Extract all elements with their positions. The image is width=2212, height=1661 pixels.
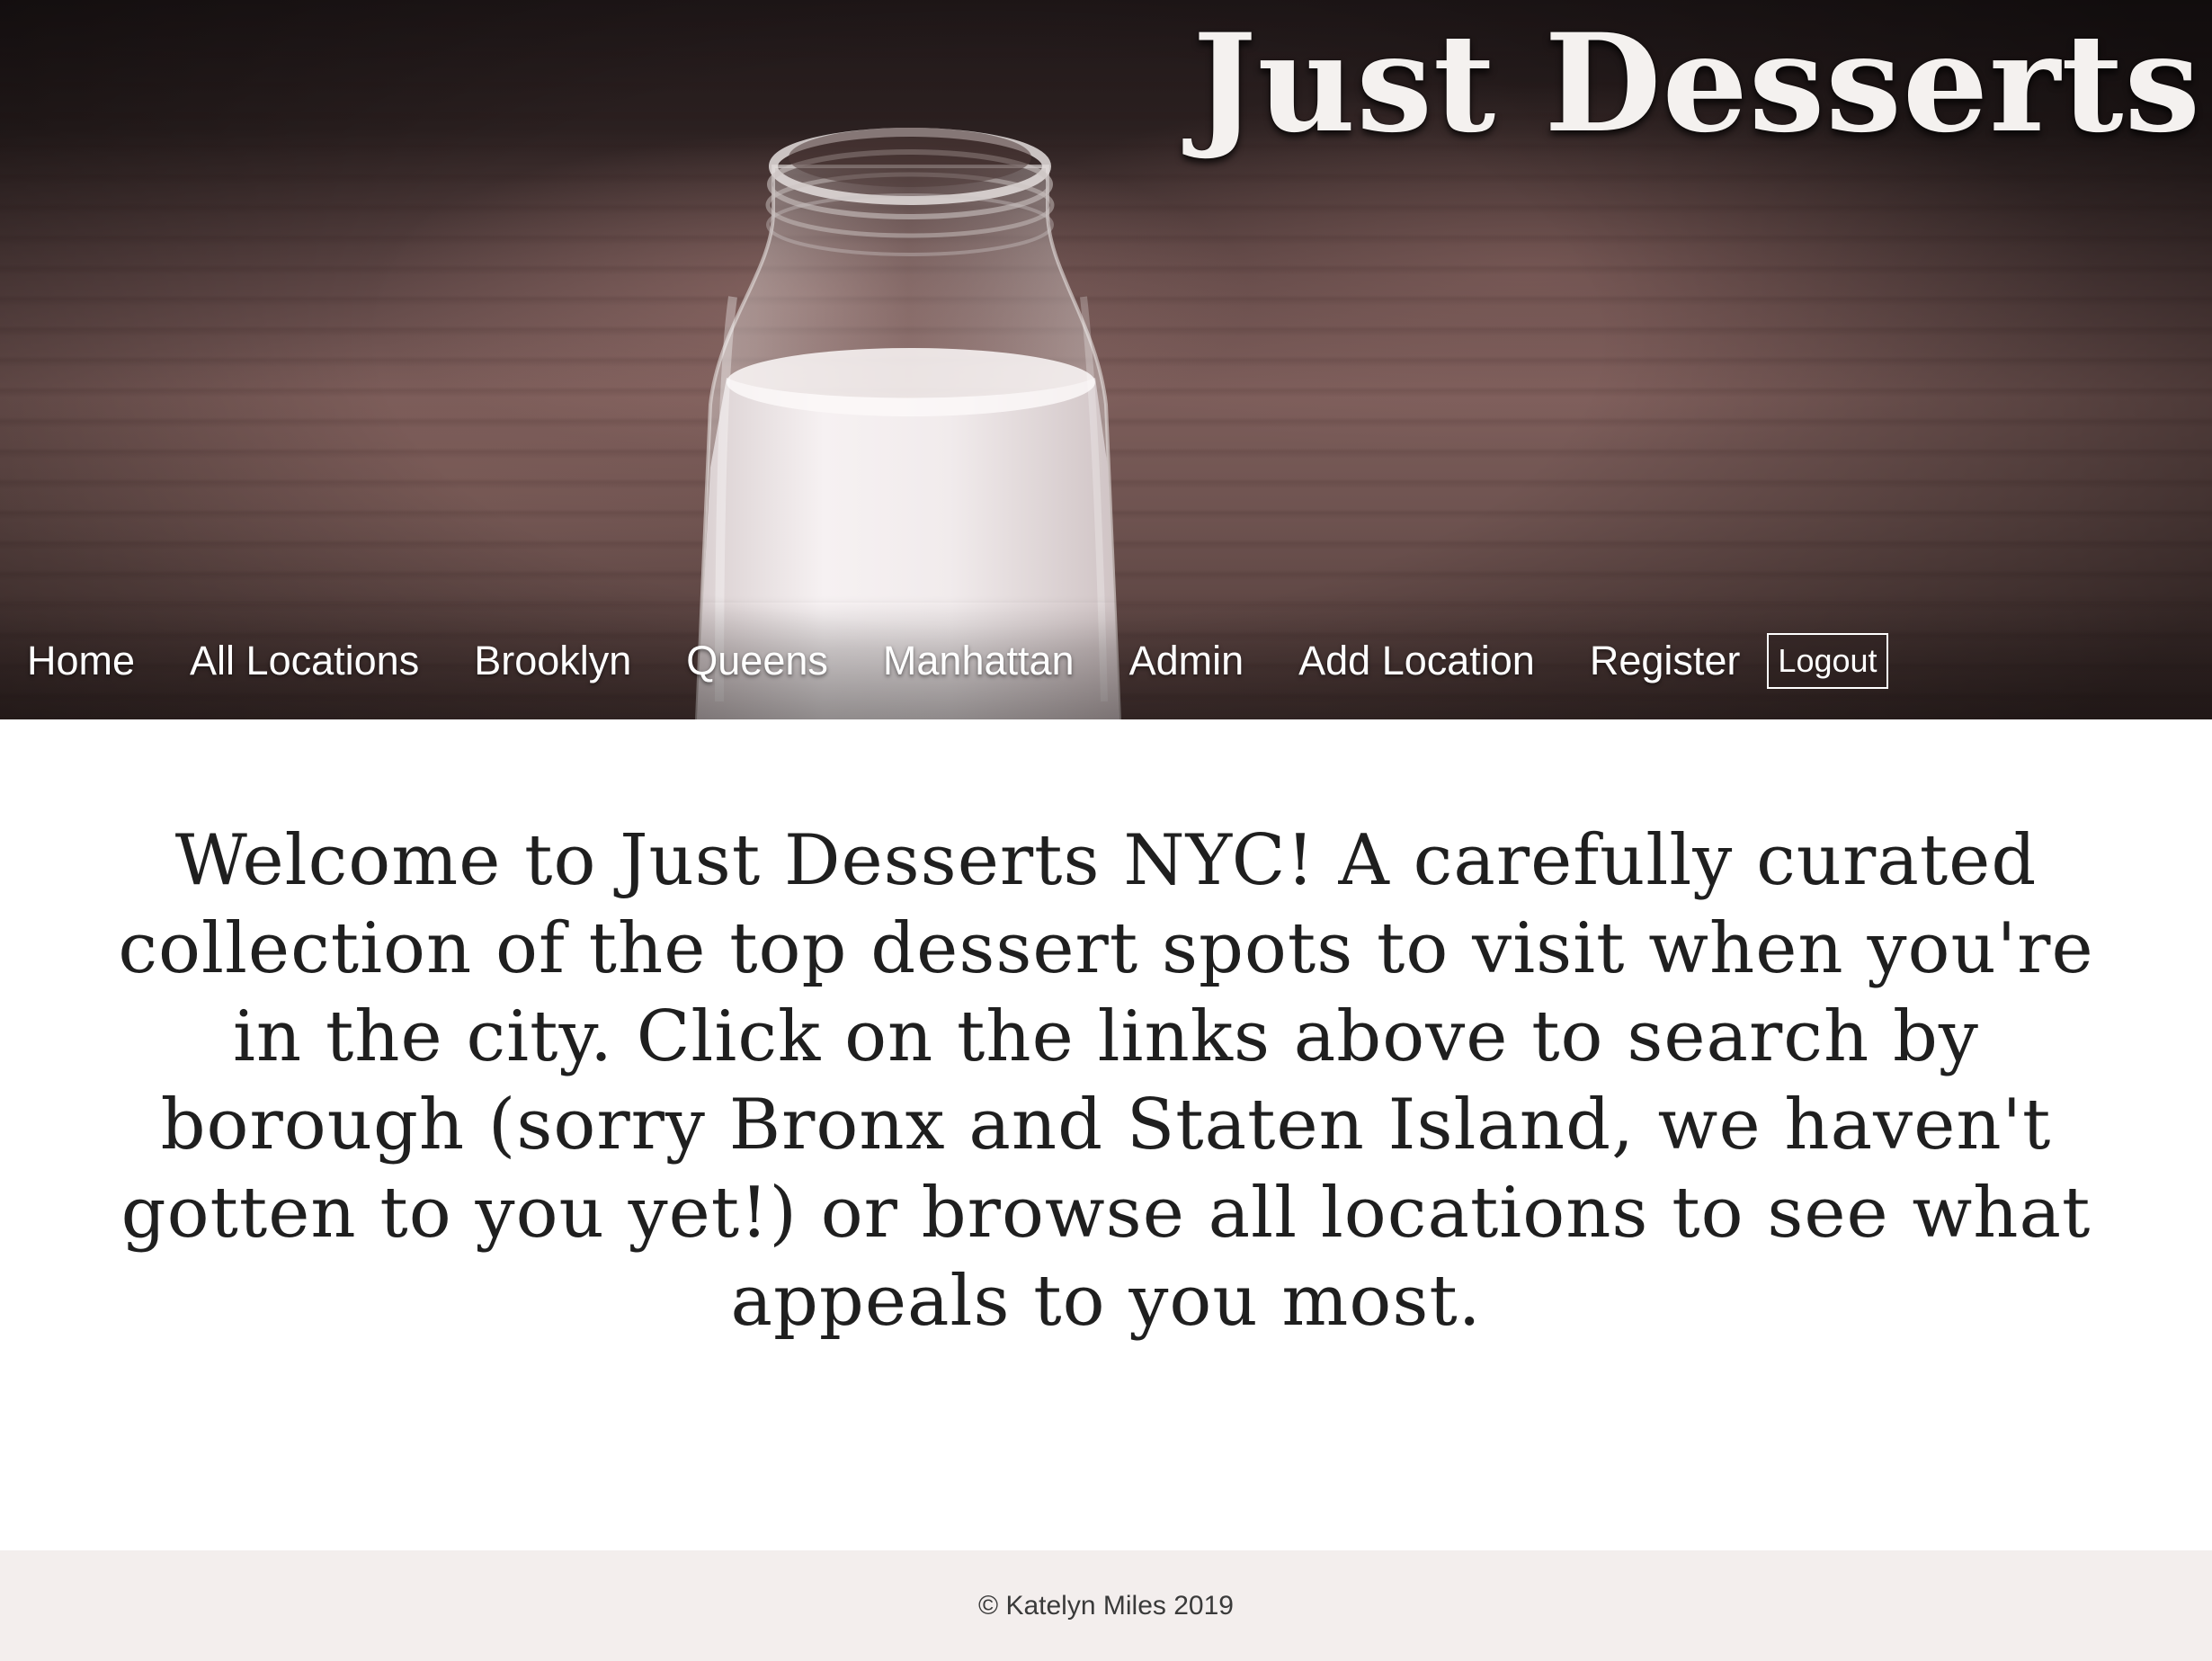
main-nav: Home All Locations Brooklyn Queens Manha… bbox=[0, 603, 2212, 719]
nav-item-add-location[interactable]: Add Location bbox=[1298, 638, 1535, 684]
welcome-message: Welcome to Just Desserts NYC! A carefull… bbox=[118, 820, 2094, 1342]
nav-item-manhattan[interactable]: Manhattan bbox=[883, 638, 1075, 684]
nav-item-queens[interactable]: Queens bbox=[686, 638, 828, 684]
copyright-text: © Katelyn Miles 2019 bbox=[978, 1590, 1234, 1621]
nav-list: Home All Locations Brooklyn Queens Manha… bbox=[27, 603, 1888, 719]
site-title: Just Desserts bbox=[1192, 4, 2201, 163]
nav-item-register[interactable]: Register bbox=[1590, 638, 1741, 684]
hero-banner: Just Desserts Home All Locations Brookly… bbox=[0, 0, 2212, 719]
logout-button[interactable]: Logout bbox=[1767, 633, 1888, 689]
nav-item-brooklyn[interactable]: Brooklyn bbox=[474, 638, 631, 684]
nav-item-home[interactable]: Home bbox=[27, 638, 135, 684]
nav-item-all-locations[interactable]: All Locations bbox=[190, 638, 419, 684]
footer: © Katelyn Miles 2019 bbox=[0, 1550, 2212, 1661]
nav-item-admin[interactable]: Admin bbox=[1129, 638, 1244, 684]
